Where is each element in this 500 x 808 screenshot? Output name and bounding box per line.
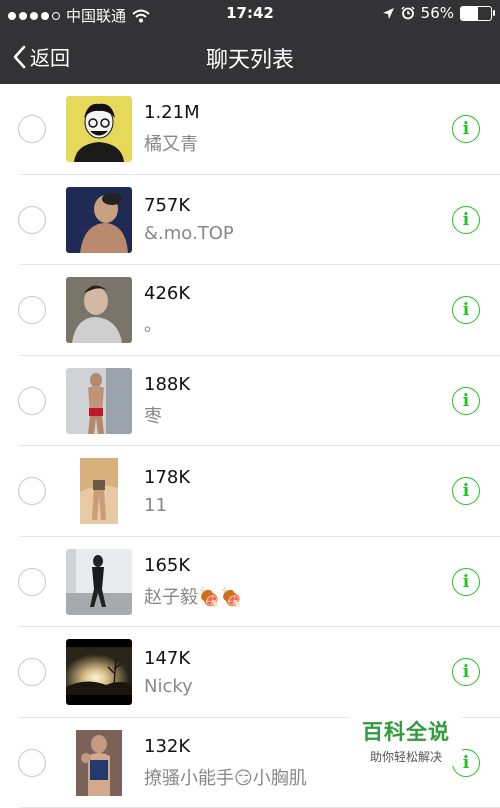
chat-size: 757K xyxy=(144,195,452,216)
select-radio[interactable] xyxy=(18,658,46,686)
chat-size: 147K xyxy=(144,648,452,669)
avatar xyxy=(66,458,132,524)
chat-size: 188K xyxy=(144,374,452,395)
chat-size: 165K xyxy=(144,555,452,576)
avatar xyxy=(66,639,132,705)
chat-name: 11 xyxy=(144,495,452,516)
chat-name: Nicky xyxy=(144,676,452,697)
back-label: 返回 xyxy=(30,42,70,71)
chat-name: &.mo.TOP xyxy=(144,223,452,244)
select-radio[interactable] xyxy=(18,749,46,777)
select-radio[interactable] xyxy=(18,568,46,596)
info-icon[interactable]: i xyxy=(452,387,480,415)
select-radio[interactable] xyxy=(18,296,46,324)
chat-name: 撩骚小能手😏小胸肌 xyxy=(144,764,452,790)
list-item[interactable]: 757K &.mo.TOP i xyxy=(0,175,500,266)
watermark: 百科全说 助你轻松解决 xyxy=(350,716,462,766)
list-item[interactable]: 426K 。 i xyxy=(0,265,500,356)
back-button[interactable]: 返回 xyxy=(12,42,70,71)
info-icon[interactable]: i xyxy=(452,115,480,143)
location-arrow-icon xyxy=(382,7,395,20)
list-item[interactable]: 165K 赵子毅🍖🍖 i xyxy=(0,537,500,628)
alarm-clock-icon xyxy=(401,6,415,20)
info-icon[interactable]: i xyxy=(452,658,480,686)
battery-icon xyxy=(460,6,492,21)
battery-fill xyxy=(461,7,478,20)
chat-name: 枣 xyxy=(144,402,452,428)
info-icon[interactable]: i xyxy=(452,477,480,505)
chat-size: 1.21M xyxy=(144,102,452,123)
status-right: 56% xyxy=(382,4,492,22)
select-radio[interactable] xyxy=(18,115,46,143)
avatar xyxy=(66,96,132,162)
chat-size: 178K xyxy=(144,467,452,488)
avatar xyxy=(66,277,132,343)
list-item[interactable]: 147K Nicky i xyxy=(0,627,500,718)
status-bar: 中国联通 17:42 56% xyxy=(0,0,500,28)
list-item[interactable]: 178K 11 i xyxy=(0,446,500,537)
avatar xyxy=(66,368,132,434)
select-radio[interactable] xyxy=(18,477,46,505)
info-icon[interactable]: i xyxy=(452,296,480,324)
avatar xyxy=(66,549,132,615)
info-icon[interactable]: i xyxy=(452,206,480,234)
chat-size: 426K xyxy=(144,283,452,304)
chat-name: 。 xyxy=(144,311,452,337)
watermark-title: 百科全说 xyxy=(350,716,462,746)
select-radio[interactable] xyxy=(18,206,46,234)
chat-name: 橘又青 xyxy=(144,130,452,156)
info-icon[interactable]: i xyxy=(452,568,480,596)
select-radio[interactable] xyxy=(18,387,46,415)
battery-percent: 56% xyxy=(421,4,454,22)
nav-bar: 返回 聊天列表 xyxy=(0,28,500,84)
chevron-left-icon xyxy=(12,45,26,69)
list-item[interactable]: 188K 枣 i xyxy=(0,356,500,447)
page-title: 聊天列表 xyxy=(0,42,500,74)
chat-list: 1.21M 橘又青 i 757K &.mo.TOP i xyxy=(0,84,500,808)
chat-name: 赵子毅🍖🍖 xyxy=(144,583,452,609)
avatar xyxy=(66,730,132,796)
list-item[interactable]: 1.21M 橘又青 i xyxy=(0,84,500,175)
avatar xyxy=(66,187,132,253)
watermark-subtitle: 助你轻松解决 xyxy=(350,748,462,765)
